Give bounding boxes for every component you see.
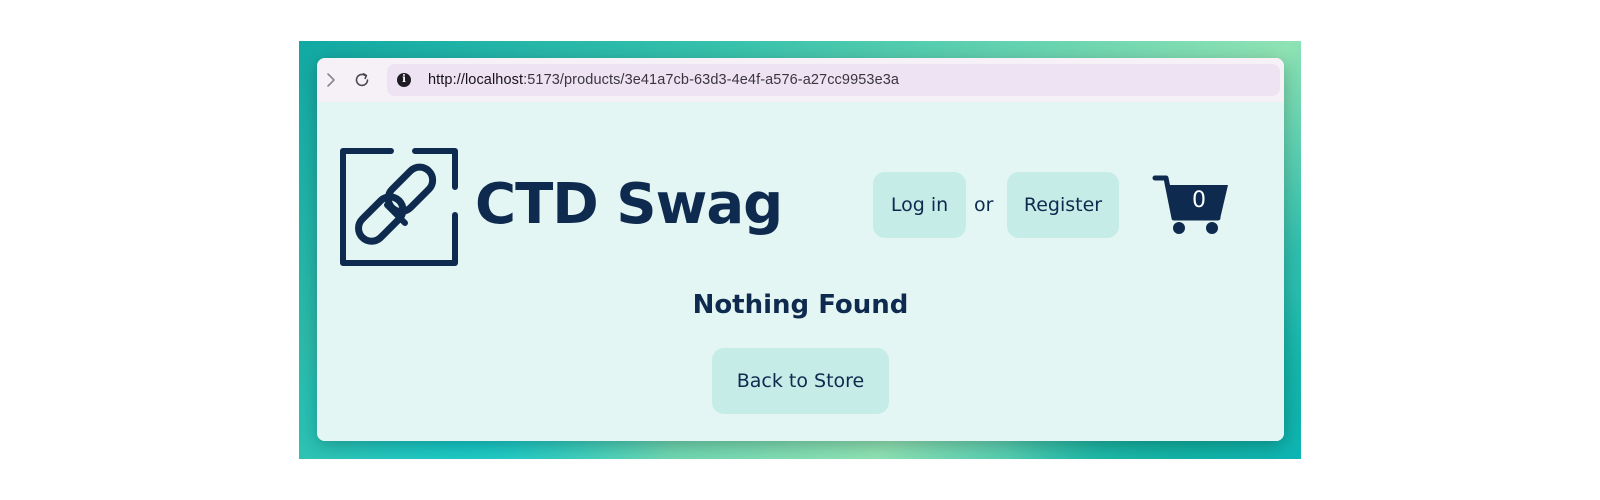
back-to-store-button[interactable]: Back to Store <box>712 348 889 414</box>
register-button[interactable]: Register <box>1007 172 1119 238</box>
url-host: http://localhost <box>428 72 524 88</box>
cart-button[interactable]: 0 <box>1152 174 1232 236</box>
address-bar[interactable]: i http://localhost:5173/products/3e41a7c… <box>387 64 1280 96</box>
brand-title[interactable]: CTD Swag <box>475 172 783 237</box>
url-path: :5173/products/3e41a7cb-63d3-4e4f-a576-a… <box>523 72 900 88</box>
forward-button[interactable] <box>320 69 342 91</box>
browser-toolbar: i http://localhost:5173/products/3e41a7c… <box>317 58 1284 103</box>
page-title: Nothing Found <box>692 290 909 320</box>
or-text: or <box>974 194 994 216</box>
bottom-fade <box>317 433 1284 441</box>
chevron-right-icon <box>327 73 335 87</box>
login-button[interactable]: Log in <box>873 172 966 238</box>
url-text: http://localhost:5173/products/3e41a7cb-… <box>428 72 899 88</box>
reload-button[interactable] <box>351 69 373 91</box>
info-icon[interactable]: i <box>397 73 411 87</box>
link-logo-icon[interactable] <box>339 147 459 267</box>
cart-count: 0 <box>1192 188 1206 213</box>
reload-icon <box>355 73 369 87</box>
page-content: CTD Swag Log in or Register 0 Nothing Fo… <box>317 102 1284 441</box>
browser-window: i http://localhost:5173/products/3e41a7c… <box>317 58 1284 441</box>
